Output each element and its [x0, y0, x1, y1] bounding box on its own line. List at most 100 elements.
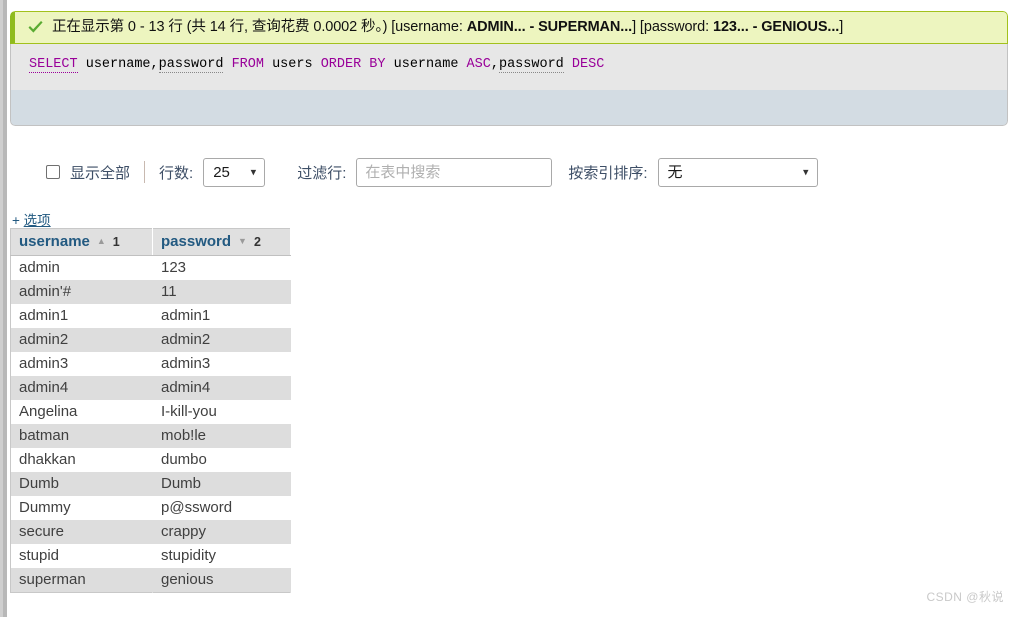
query-result-panel: 正在显示第 0 - 13 行 (共 14 行, 查询花费 0.0002 秒。) … — [10, 11, 1008, 127]
sort-by-index-select[interactable]: 无 — [657, 157, 818, 187]
cell-password: crappy — [161, 523, 207, 540]
cell-password: dumbo — [161, 451, 207, 468]
cell-username: secure — [19, 523, 65, 540]
query-status-text: 正在显示第 0 - 13 行 (共 14 行, 查询花费 0.0002 秒。) … — [52, 18, 843, 36]
table-row[interactable]: admin4 admin4 — [10, 376, 291, 400]
result-panel-footer — [10, 90, 1008, 127]
sort-order-number: 1 — [112, 234, 120, 249]
options-toggle[interactable]: + 选项 — [12, 209, 51, 229]
column-header-password-label: password — [161, 233, 232, 250]
results-table-head: username ▲ 1 password ▼ 2 — [10, 228, 291, 256]
column-header-password[interactable]: password ▼ 2 — [152, 228, 291, 256]
sort-descending-icon[interactable]: ▼ — [238, 237, 247, 246]
cell-username: dhakkan — [19, 451, 76, 468]
sql-token-keyword: SELECT — [29, 57, 78, 74]
filter-rows-label: 过滤行: — [297, 164, 347, 182]
status-text-segment: 正在显示第 0 - 13 行 (共 14 行, 查询花费 0.0002 秒。) … — [52, 19, 467, 35]
sql-token-space — [386, 57, 394, 72]
sql-token-space — [313, 57, 321, 72]
sort-ascending-icon[interactable]: ▲ — [97, 237, 106, 246]
table-row[interactable]: admin 123 — [10, 255, 291, 280]
cell-password: mob!le — [161, 427, 207, 444]
cell-password: stupidity — [161, 547, 217, 564]
options-label[interactable]: 选项 — [24, 213, 51, 228]
sql-query-text: SELECT username,password FROM users ORDE… — [29, 57, 997, 74]
cell-username: admin4 — [19, 379, 69, 396]
cell-password: p@ssword — [161, 499, 233, 516]
cell-password: admin4 — [161, 379, 211, 396]
cell-password: 123 — [161, 259, 187, 276]
table-header-row: username ▲ 1 password ▼ 2 — [10, 228, 291, 256]
column-header-username[interactable]: username ▲ 1 — [10, 228, 153, 256]
sql-token-keyword-plain: DESC — [571, 57, 605, 73]
table-row[interactable]: admin2 admin2 — [10, 328, 291, 352]
results-table: username ▲ 1 password ▼ 2 admin 123 admin'… — [10, 228, 291, 593]
cell-password: admin3 — [161, 355, 211, 372]
sql-token-space — [458, 57, 466, 72]
table-row[interactable]: Angelina I-kill-you — [10, 400, 291, 424]
filter-rows-input[interactable] — [356, 157, 553, 187]
rows-per-page-select[interactable]: 25 — [203, 157, 266, 187]
cell-username: Dumb — [19, 475, 60, 492]
table-row[interactable]: batman mob!le — [10, 424, 291, 448]
cell-password: Dumb — [161, 475, 202, 492]
cell-password: admin2 — [161, 331, 211, 348]
status-text-segment: ] — [839, 19, 844, 35]
page-left-edge-inner — [0, 0, 3, 617]
controls-divider — [144, 161, 146, 183]
table-row[interactable]: superman genious — [10, 568, 291, 593]
status-text-emphasis: 123... - GENIOUS... — [712, 19, 840, 35]
sql-token-ident: password — [158, 57, 224, 74]
table-row[interactable]: Dumb Dumb — [10, 472, 291, 496]
cell-password: I-kill-you — [161, 403, 217, 420]
sql-token-keyword-plain: ORDER BY — [320, 57, 386, 73]
sql-token-space — [223, 57, 231, 72]
options-plus-icon: + — [12, 213, 20, 228]
green-check-icon — [27, 19, 44, 36]
show-all-label: 显示全部 — [70, 164, 131, 182]
status-text-segment: ] [password: — [632, 19, 713, 35]
cell-username: superman — [19, 571, 86, 588]
table-controls-bar: 显示全部 行数: 25 ▾ 过滤行: 按索引排序: 无 ▾ — [10, 152, 1000, 192]
page-root: 正在显示第 0 - 13 行 (共 14 行, 查询花费 0.0002 秒。) … — [0, 0, 1018, 617]
cell-password: genious — [161, 571, 214, 588]
table-row[interactable]: Dummy p@ssword — [10, 496, 291, 520]
cell-username: admin1 — [19, 307, 69, 324]
table-row[interactable]: stupid stupidity — [10, 544, 291, 568]
cell-username: admin2 — [19, 331, 69, 348]
page-left-edge — [0, 0, 7, 617]
cell-username: stupid — [19, 547, 60, 564]
cell-username: admin'# — [19, 283, 72, 300]
sql-token-ident: password — [498, 57, 564, 74]
cell-username: Angelina — [19, 403, 78, 420]
sql-token-plain: , — [490, 57, 499, 73]
sql-token-keyword-plain: FROM — [231, 57, 264, 73]
cell-username: admin3 — [19, 355, 69, 372]
watermark: CSDN @秋说 — [926, 590, 1004, 604]
table-row[interactable]: admin'# 11 — [10, 280, 291, 304]
cell-username: admin — [19, 259, 60, 276]
results-table-body: admin 123 admin'# 11 admin1 admin1 admin2 admin… — [10, 255, 291, 593]
table-row[interactable]: admin1 admin1 — [10, 304, 291, 328]
show-all-checkbox[interactable] — [46, 165, 60, 179]
sql-token-space — [264, 57, 272, 72]
status-text-emphasis: ADMIN... - SUPERMAN... — [466, 19, 633, 35]
sql-token-space — [78, 57, 86, 72]
cell-username: batman — [19, 427, 70, 444]
table-row[interactable]: admin3 admin3 — [10, 352, 291, 376]
rows-select-wrapper: 25 ▾ — [203, 157, 266, 187]
sql-token-keyword-plain: ASC — [466, 57, 491, 73]
sort-by-index-label: 按索引排序: — [568, 164, 648, 182]
sql-token-plain: , — [150, 57, 159, 73]
sql-query-box[interactable]: SELECT username,password FROM users ORDE… — [10, 44, 1008, 91]
sql-token-plain: username — [85, 57, 151, 73]
table-row[interactable]: secure crappy — [10, 520, 291, 544]
sort-order-number: 2 — [253, 234, 261, 249]
rows-label: 行数: — [159, 164, 194, 182]
cell-username: Dummy — [19, 499, 71, 516]
query-success-banner: 正在显示第 0 - 13 行 (共 14 行, 查询花费 0.0002 秒。) … — [10, 11, 1008, 45]
table-row[interactable]: dhakkan dumbo — [10, 448, 291, 472]
column-header-username-label: username — [19, 233, 90, 250]
cell-password: admin1 — [161, 307, 211, 324]
sql-token-space — [564, 57, 572, 72]
